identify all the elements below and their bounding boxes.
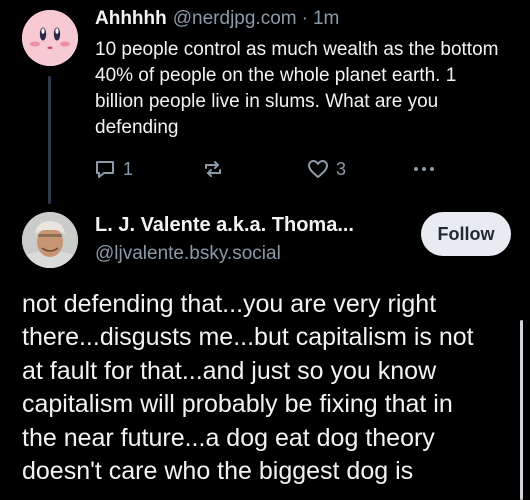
post-time[interactable]: 1m — [313, 8, 339, 30]
heart-icon — [308, 160, 328, 178]
post-text: not defending that...you are very right … — [22, 290, 474, 486]
avatar[interactable] — [22, 212, 78, 268]
post-header: Ahhhhh @nerdjpg.com · 1m — [95, 8, 520, 30]
like-count: 3 — [336, 158, 347, 179]
post-text: 10 people control as much wealth as the … — [95, 39, 499, 138]
reply-post-header: L. J. Valente a.k.a. Thoma... @ljvalente… — [95, 214, 354, 265]
reply-count: 1 — [123, 158, 134, 179]
follow-button[interactable]: Follow — [421, 212, 511, 256]
repost-button[interactable] — [201, 157, 225, 181]
repost-icon — [205, 161, 221, 177]
like-button[interactable]: 3 — [306, 157, 346, 181]
profile-photo-icon — [22, 212, 78, 268]
author-handle[interactable]: @nerdjpg.com — [173, 8, 297, 30]
reply-icon — [96, 161, 114, 178]
post-actions: 1 3 — [93, 157, 443, 185]
more-options-button[interactable] — [411, 157, 437, 181]
kirby-avatar-icon — [22, 10, 78, 66]
avatar[interactable] — [22, 10, 78, 66]
author-name[interactable]: L. J. Valente a.k.a. Thoma... — [95, 214, 354, 237]
thread-line — [48, 76, 51, 204]
author-name[interactable]: Ahhhhh — [95, 8, 167, 30]
post-original[interactable]: Ahhhhh @nerdjpg.com · 1m 10 people contr… — [95, 8, 520, 141]
reply-button[interactable]: 1 — [93, 157, 133, 181]
author-handle[interactable]: @ljvalente.bsky.social — [95, 243, 354, 265]
more-icon — [414, 167, 434, 171]
scrollbar[interactable] — [520, 320, 523, 500]
separator: · — [301, 8, 308, 29]
